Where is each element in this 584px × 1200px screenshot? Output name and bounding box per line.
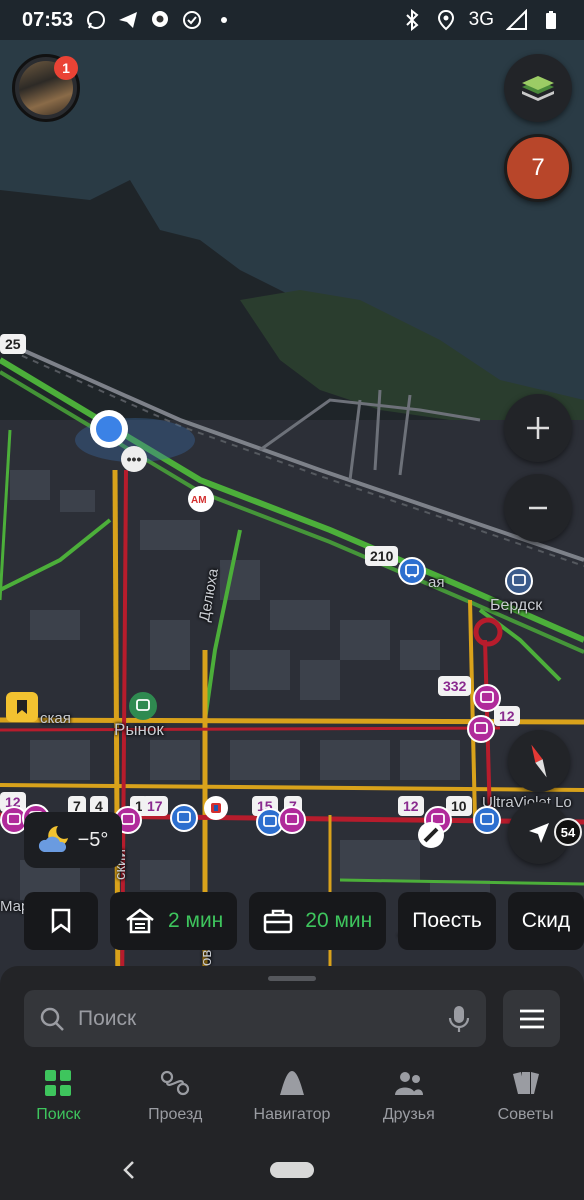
home-pill[interactable] — [270, 1162, 314, 1178]
zoom-in-button[interactable] — [504, 394, 572, 462]
network-type: 3G — [468, 9, 494, 30]
bus-stop-icon[interactable] — [129, 692, 157, 720]
tab-search[interactable]: Поиск — [0, 1066, 117, 1136]
speed-limit-badge: 54 — [554, 818, 582, 846]
check-circle-icon — [181, 9, 203, 31]
bluetooth-icon — [401, 8, 423, 32]
location-icon — [435, 9, 457, 31]
discounts-chip[interactable]: Скид — [507, 892, 584, 950]
route-number[interactable]: 17 — [142, 796, 168, 816]
svg-text:AM: AM — [191, 495, 207, 505]
street-label-ov: ов — [198, 949, 215, 966]
grid-icon — [41, 1066, 75, 1100]
hamburger-menu-icon — [519, 1009, 544, 1028]
whatsapp-icon — [85, 9, 107, 31]
telegram-icon — [117, 9, 139, 31]
work-chip[interactable]: 20 мин — [249, 892, 387, 950]
signal-icon — [505, 8, 528, 31]
tab-tips[interactable]: Советы — [467, 1066, 584, 1136]
comment-icon[interactable]: ••• — [121, 446, 147, 472]
traffic-level-button[interactable]: 7 — [504, 134, 572, 202]
bus-stop-icon[interactable] — [473, 806, 501, 834]
back-chevron-icon[interactable] — [118, 1158, 142, 1182]
battery-icon — [540, 9, 562, 31]
sheet-drag-handle[interactable] — [268, 976, 316, 981]
street-label-skaya: ская — [40, 710, 71, 727]
route-number[interactable]: 210 — [365, 546, 399, 566]
quick-chips: 2 мин 20 мин Поесть Скид — [24, 892, 584, 950]
briefcase-icon — [264, 909, 293, 934]
status-time: 07:53 — [22, 8, 74, 31]
bus-stop-icon[interactable] — [170, 804, 198, 832]
tab-navigator[interactable]: Навигатор — [234, 1066, 351, 1136]
street-label-aya: ая — [428, 574, 445, 591]
work-time: 20 мин — [305, 909, 373, 932]
bottom-tabs: Поиск Проезд Навигатор Друзья Советы — [0, 1066, 584, 1136]
bottom-sheet: Поиск Проезд Навигатор Друзья Советы — [0, 966, 584, 1200]
bus-stop-icon[interactable] — [467, 715, 495, 743]
dot-icon — [213, 9, 235, 31]
notification-badge: 1 — [54, 56, 78, 80]
bus-stop-icon[interactable] — [278, 806, 306, 834]
bookmark-icon — [51, 908, 71, 934]
route-number[interactable]: 12 — [398, 796, 424, 816]
route-number[interactable]: 332 — [438, 676, 472, 696]
my-location-marker — [90, 410, 128, 448]
place-label-rynok: Рынок — [114, 720, 164, 739]
home-chip[interactable]: 2 мин — [110, 892, 238, 950]
menu-button[interactable] — [503, 990, 560, 1047]
tab-label: Друзья — [382, 1106, 435, 1123]
discounts-label: Скид — [521, 909, 571, 932]
minus-icon — [529, 506, 547, 510]
metro-stop-icon[interactable] — [204, 796, 228, 820]
search-input[interactable] — [78, 1006, 446, 1031]
eat-chip[interactable]: Поесть — [398, 892, 496, 950]
navigator-icon — [275, 1066, 309, 1100]
search-icon — [40, 1007, 64, 1031]
route-icon — [158, 1066, 192, 1100]
tab-label: Советы — [497, 1106, 554, 1123]
zoom-out-button[interactable] — [504, 474, 572, 542]
road-sign-icon[interactable] — [418, 822, 444, 848]
map-view[interactable]: ••• AM Делюха Бердск Рынок ская ая Ultra… — [0, 0, 584, 1000]
weather-widget[interactable]: −5° — [24, 812, 122, 868]
tips-icon — [509, 1066, 543, 1100]
bookmarks-chip[interactable] — [24, 892, 98, 950]
compass-button[interactable] — [508, 730, 570, 792]
tab-label: Навигатор — [253, 1106, 331, 1123]
compass-icon — [531, 744, 547, 778]
home-icon — [126, 908, 154, 934]
bus-stop-icon[interactable] — [473, 684, 501, 712]
route-number[interactable]: 25 — [0, 334, 26, 354]
tab-friends[interactable]: Друзья — [350, 1066, 467, 1136]
bus-stop-icon[interactable] — [505, 567, 533, 595]
bus-stop-icon[interactable] — [398, 557, 426, 585]
saved-place-icon[interactable] — [6, 692, 38, 722]
tab-label: Проезд — [148, 1106, 203, 1123]
microphone-icon[interactable] — [446, 1004, 472, 1034]
route-number[interactable]: 12 — [494, 706, 520, 726]
poi-am-icon[interactable]: AM — [188, 486, 214, 512]
plus-icon — [527, 417, 549, 439]
tab-route[interactable]: Проезд — [117, 1066, 234, 1136]
messenger-icon — [149, 9, 171, 31]
weather-temp: −5° — [77, 828, 109, 851]
night-cloud-icon — [38, 826, 68, 852]
friends-icon — [392, 1066, 426, 1100]
city-label-berdsk: Бердск — [490, 597, 543, 614]
navigation-arrow-icon — [529, 823, 549, 843]
system-nav-bar — [0, 1146, 584, 1200]
eat-label: Поесть — [412, 909, 482, 932]
status-bar: 07:53 3G — [0, 0, 584, 40]
search-bar[interactable] — [24, 990, 486, 1047]
layers-button[interactable] — [504, 54, 572, 122]
layers-icon — [522, 76, 554, 101]
tab-label: Поиск — [36, 1106, 81, 1123]
home-time: 2 мин — [168, 909, 224, 932]
